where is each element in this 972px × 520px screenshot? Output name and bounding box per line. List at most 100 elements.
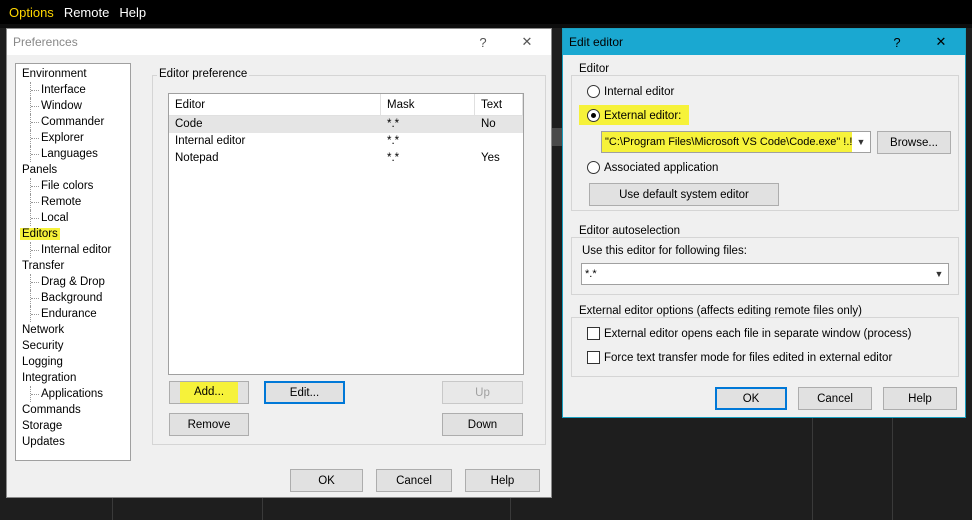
tree-item-storage[interactable]: Storage	[16, 418, 130, 434]
edit-editor-title: Edit editor	[569, 35, 624, 49]
tree-item-internal-editor[interactable]: Internal editor	[16, 242, 130, 258]
tree-item-label: Explorer	[41, 132, 84, 144]
tree-item-label: Endurance	[41, 308, 97, 320]
radio-circle	[587, 161, 600, 174]
editor-preference-label: Editor preference	[157, 68, 250, 80]
tree-item-applications[interactable]: Applications	[16, 386, 130, 402]
help-button[interactable]: Help	[883, 387, 957, 410]
external-editor-label: External editor:	[604, 109, 682, 122]
tree-item-explorer[interactable]: Explorer	[16, 130, 130, 146]
tree-item-label: Integration	[22, 372, 77, 384]
tree-item-label: File colors	[41, 180, 94, 192]
close-icon[interactable]: ✕	[513, 29, 541, 55]
close-icon[interactable]: ✕	[927, 29, 955, 55]
tree-item-label: Local	[41, 212, 69, 224]
ok-button[interactable]: OK	[715, 387, 787, 410]
use-default-system-editor-button[interactable]: Use default system editor	[589, 183, 779, 206]
cell-editor: Code	[175, 118, 203, 130]
tree-item-editors[interactable]: Editors	[16, 226, 130, 242]
column-mask[interactable]: Mask	[381, 94, 475, 115]
tree-item-updates[interactable]: Updates	[16, 434, 130, 450]
edit-editor-titlebar: Edit editor ? ✕	[563, 29, 965, 55]
preferences-title: Preferences	[13, 35, 78, 49]
separate-window-checkbox[interactable]: External editor opens each file in separ…	[587, 327, 911, 340]
background-divider	[112, 498, 113, 520]
background-panel-bar	[552, 128, 562, 146]
tree-item-logging[interactable]: Logging	[16, 354, 130, 370]
associated-application-radio[interactable]: Associated application	[587, 161, 718, 174]
text-transfer-label: Force text transfer mode for files edite…	[604, 351, 893, 364]
external-editor-combo[interactable]: "C:\Program Files\Microsoft VS Code\Code…	[601, 131, 871, 153]
tree-item-languages[interactable]: Languages	[16, 146, 130, 162]
tree-item-integration[interactable]: Integration	[16, 370, 130, 386]
tree-item-commander[interactable]: Commander	[16, 114, 130, 130]
cell-mask: *.*	[387, 152, 400, 164]
list-header: Editor Mask Text	[169, 94, 523, 116]
chevron-down-icon[interactable]: ▼	[852, 132, 870, 152]
tree-item-label: Environment	[22, 68, 87, 80]
preferences-tree[interactable]: Environment Interface Window Commander Explo…	[15, 63, 131, 461]
table-row[interactable]: Code *.* No	[169, 116, 523, 133]
tree-item-local[interactable]: Local	[16, 210, 130, 226]
add-button[interactable]: Add...	[169, 381, 249, 404]
tree-item-drag-drop[interactable]: Drag & Drop	[16, 274, 130, 290]
help-button[interactable]: Help	[465, 469, 540, 492]
background-divider	[262, 498, 263, 520]
internal-editor-radio[interactable]: Internal editor	[587, 85, 674, 98]
use-for-label: Use this editor for following files:	[582, 245, 747, 257]
cancel-button[interactable]: Cancel	[376, 469, 452, 492]
tree-item-security[interactable]: Security	[16, 338, 130, 354]
down-button[interactable]: Down	[442, 413, 523, 436]
cell-text	[475, 133, 523, 150]
up-button[interactable]: Up	[442, 381, 523, 404]
preferences-titlebar: Preferences ? ✕	[7, 29, 551, 55]
tree-item-network[interactable]: Network	[16, 322, 130, 338]
browse-button[interactable]: Browse...	[877, 131, 951, 154]
menu-help[interactable]: Help	[114, 5, 151, 20]
internal-editor-label: Internal editor	[604, 85, 675, 98]
tree-item-interface[interactable]: Interface	[16, 82, 130, 98]
chevron-down-icon[interactable]: ▼	[930, 264, 948, 284]
file-mask-combo[interactable]: *.* ▼	[581, 263, 949, 285]
editor-list[interactable]: Editor Mask Text Code *.* No Internal ed…	[168, 93, 524, 375]
tree-item-label: Editors	[20, 228, 60, 240]
table-row[interactable]: Notepad *.* Yes	[169, 150, 523, 167]
checkbox-box	[587, 351, 600, 364]
table-row[interactable]: Internal editor *.*	[169, 133, 523, 150]
external-editor-radio[interactable]: External editor:	[587, 109, 681, 122]
tree-item-panels[interactable]: Panels	[16, 162, 130, 178]
help-icon[interactable]: ?	[883, 29, 911, 55]
tree-item-file-colors[interactable]: File colors	[16, 178, 130, 194]
tree-item-transfer[interactable]: Transfer	[16, 258, 130, 274]
tree-item-label: Languages	[41, 148, 98, 160]
tree-item-endurance[interactable]: Endurance	[16, 306, 130, 322]
tree-item-label: Updates	[22, 436, 65, 448]
edit-button[interactable]: Edit...	[264, 381, 345, 404]
column-editor[interactable]: Editor	[169, 94, 381, 115]
tree-item-background[interactable]: Background	[16, 290, 130, 306]
external-options-group-label: External editor options (affects editing…	[577, 305, 864, 317]
radio-circle-selected	[587, 109, 600, 122]
separate-window-label: External editor opens each file in separ…	[604, 327, 912, 340]
text-transfer-checkbox[interactable]: Force text transfer mode for files edite…	[587, 351, 892, 364]
tree-item-label: Commands	[22, 404, 81, 416]
tree-item-label: Drag & Drop	[41, 276, 105, 288]
tree-item-label: Storage	[22, 420, 63, 432]
tree-item-label: Internal editor	[41, 244, 112, 256]
menu-remote[interactable]: Remote	[59, 5, 115, 20]
remove-button[interactable]: Remove	[169, 413, 249, 436]
tree-item-remote[interactable]: Remote	[16, 194, 130, 210]
tree-item-window[interactable]: Window	[16, 98, 130, 114]
tree-item-label: Remote	[41, 196, 82, 208]
tree-item-environment[interactable]: Environment	[16, 66, 130, 82]
help-icon[interactable]: ?	[469, 29, 497, 55]
editor-group-label: Editor	[577, 63, 612, 75]
ok-button[interactable]: OK	[290, 469, 363, 492]
menu-bar: Options Remote Help	[0, 0, 972, 24]
column-text[interactable]: Text	[475, 94, 523, 115]
tree-item-label: Window	[41, 100, 82, 112]
tree-item-commands[interactable]: Commands	[16, 402, 130, 418]
tree-item-label: Interface	[41, 84, 86, 96]
cancel-button[interactable]: Cancel	[798, 387, 872, 410]
menu-options[interactable]: Options	[4, 5, 59, 20]
